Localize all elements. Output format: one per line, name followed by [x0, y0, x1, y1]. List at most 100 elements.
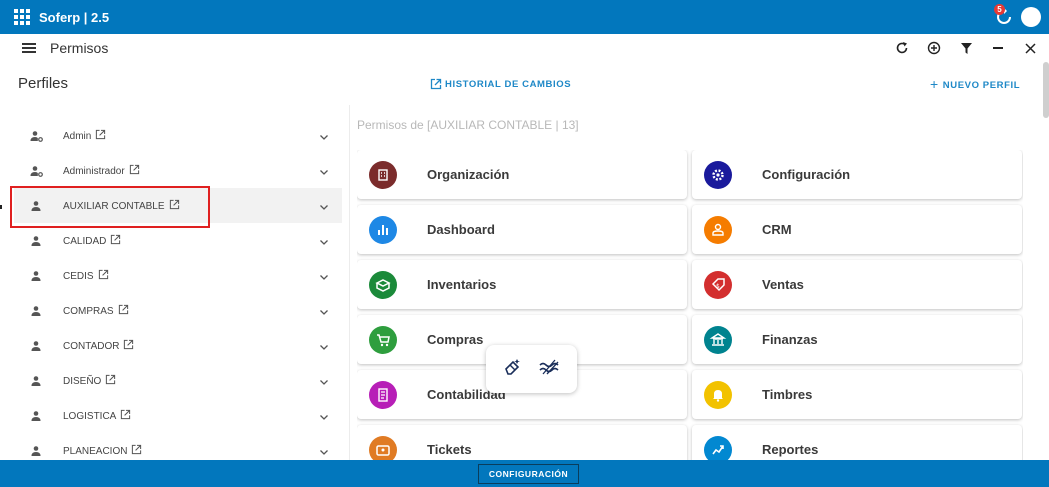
- chevron-down-icon[interactable]: [319, 444, 329, 455]
- eraser-button[interactable]: [502, 356, 524, 383]
- selection-highlight-box: [10, 186, 210, 228]
- open-external-icon[interactable]: [110, 234, 121, 248]
- profile-label: COMPRAS: [63, 304, 129, 318]
- notifications-button[interactable]: 5: [993, 4, 1015, 28]
- profile-label: CEDIS: [63, 269, 109, 283]
- chevron-down-icon[interactable]: [319, 409, 329, 420]
- nuevo-perfil-button[interactable]: + NUEVO PERFIL: [930, 76, 1021, 92]
- nuevo-perfil-label: NUEVO PERFIL: [942, 79, 1021, 91]
- chevron-down-icon[interactable]: [319, 304, 329, 315]
- module-card[interactable]: Inventarios: [357, 260, 687, 309]
- pattern-fill-button[interactable]: [537, 356, 561, 383]
- module-label: Organización: [427, 167, 510, 182]
- profile-item[interactable]: CEDIS: [0, 258, 350, 293]
- profile-label: CONTADOR: [63, 339, 134, 353]
- refresh-button[interactable]: [891, 38, 913, 58]
- module-card[interactable]: Configuración: [692, 150, 1022, 199]
- module-card[interactable]: Tickets: [357, 425, 687, 460]
- user-icon: [30, 269, 42, 281]
- profile-item[interactable]: CALIDAD: [0, 223, 350, 258]
- open-external-icon[interactable]: [129, 164, 140, 178]
- close-icon: [1024, 42, 1036, 54]
- avatar[interactable]: [1021, 7, 1041, 27]
- module-card[interactable]: CRM: [692, 205, 1022, 254]
- profile-item[interactable]: PLANEACION: [0, 433, 350, 460]
- module-label: Finanzas: [762, 332, 818, 347]
- historial-cambios-link[interactable]: HISTORIAL DE CAMBIOS: [430, 78, 571, 90]
- module-label: Tickets: [427, 442, 472, 457]
- module-card[interactable]: Timbres: [692, 370, 1022, 419]
- module-card[interactable]: Finanzas: [692, 315, 1022, 364]
- module-card[interactable]: Reportes: [692, 425, 1022, 460]
- add-circle-icon: [927, 41, 941, 55]
- module-label: CRM: [762, 222, 792, 237]
- add-button[interactable]: [923, 38, 945, 58]
- module-label: Configuración: [762, 167, 851, 182]
- chevron-down-icon[interactable]: [319, 339, 329, 350]
- filter-icon: [960, 42, 972, 54]
- page-title: Permisos: [50, 40, 109, 56]
- profile-item[interactable]: LOGISTICA: [0, 398, 350, 433]
- profile-item[interactable]: Admin: [0, 118, 350, 153]
- module-card[interactable]: $ Ventas: [692, 260, 1022, 309]
- chevron-down-icon[interactable]: [319, 129, 329, 140]
- open-external-icon[interactable]: [123, 339, 134, 353]
- open-external-icon[interactable]: [131, 444, 142, 458]
- ledger-icon: [369, 380, 397, 409]
- panel-divider: [349, 105, 350, 460]
- refresh-icon: [896, 42, 908, 54]
- configuracion-button[interactable]: CONFIGURACIÓN: [478, 464, 579, 484]
- bank-icon: [704, 325, 732, 354]
- module-label: Ventas: [762, 277, 804, 292]
- module-label: Inventarios: [427, 277, 497, 292]
- permisos-label: Permisos de [AUXILIAR CONTABLE | 13]: [357, 118, 579, 132]
- hatch-pattern-icon: [539, 359, 559, 374]
- profile-item[interactable]: Administrador: [0, 153, 350, 188]
- app-header: Soferp | 2.5 5: [0, 0, 1049, 34]
- user-icon: [30, 234, 42, 246]
- floating-toolbar: [486, 345, 577, 393]
- profile-item[interactable]: CONTADOR: [0, 328, 350, 363]
- module-card[interactable]: Organización: [357, 150, 687, 199]
- open-external-icon[interactable]: [105, 374, 116, 388]
- edge-marker: [0, 205, 2, 209]
- chevron-down-icon[interactable]: [319, 164, 329, 175]
- module-label: Dashboard: [427, 222, 495, 237]
- box-icon: [369, 270, 397, 299]
- profile-item[interactable]: COMPRAS: [0, 293, 350, 328]
- profiles-title: Perfiles: [18, 75, 69, 92]
- module-card[interactable]: Dashboard: [357, 205, 687, 254]
- svg-text:$: $: [716, 283, 720, 290]
- close-button[interactable]: [1019, 38, 1041, 58]
- user-icon: [30, 304, 42, 316]
- chevron-down-icon[interactable]: [319, 374, 329, 385]
- open-external-icon[interactable]: [95, 129, 106, 143]
- open-external-icon[interactable]: [98, 269, 109, 283]
- notification-badge: 5: [994, 4, 1005, 15]
- open-external-icon[interactable]: [118, 304, 129, 318]
- hamburger-menu-icon[interactable]: [22, 41, 36, 55]
- chevron-down-icon[interactable]: [319, 199, 329, 210]
- minimize-icon: [993, 47, 1003, 49]
- user-icon: [30, 409, 42, 421]
- profiles-list: Admin Administrador AUXILIAR CONTABLE CALID…: [0, 118, 350, 460]
- user-icon: [30, 444, 42, 456]
- profile-item[interactable]: DISEÑO: [0, 363, 350, 398]
- minimize-button[interactable]: [987, 38, 1009, 58]
- user-gear-icon: [30, 129, 43, 142]
- user-icon: [30, 374, 42, 386]
- historial-label: HISTORIAL DE CAMBIOS: [445, 78, 572, 90]
- page-header: Permisos: [0, 34, 1049, 62]
- chevron-down-icon[interactable]: [319, 234, 329, 245]
- scrollbar[interactable]: [1043, 62, 1049, 118]
- filter-button[interactable]: [955, 38, 977, 58]
- contact-icon: [704, 215, 732, 244]
- profile-label: DISEÑO: [63, 374, 116, 388]
- module-label: Reportes: [762, 442, 819, 457]
- price-tag-icon: $: [704, 270, 732, 299]
- eraser-icon: [505, 358, 521, 375]
- cart-icon: [369, 325, 397, 354]
- apps-grid-icon[interactable]: [14, 9, 30, 25]
- chevron-down-icon[interactable]: [319, 269, 329, 280]
- open-external-icon[interactable]: [120, 409, 131, 423]
